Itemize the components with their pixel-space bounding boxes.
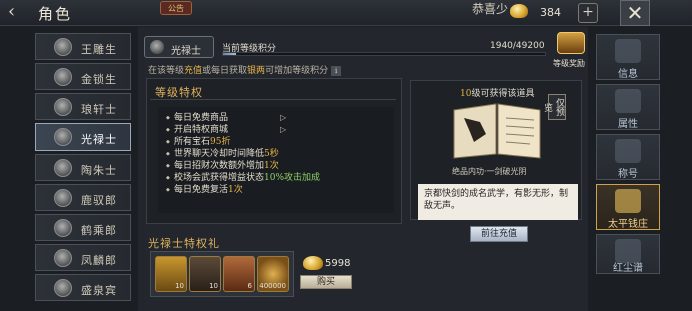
rank-item[interactable]: 鹤乘郎 bbox=[35, 214, 131, 241]
privilege-item: 开启特权商城 bbox=[166, 124, 320, 136]
hint-text: 或每日获取 bbox=[202, 66, 248, 76]
rank-badge-icon bbox=[54, 38, 72, 56]
page-title: 角色 bbox=[38, 5, 73, 23]
rank-label: 琅轩士 bbox=[81, 103, 117, 116]
add-currency-button[interactable]: + bbox=[578, 3, 598, 23]
rank-item[interactable]: 盛泉宾 bbox=[35, 274, 131, 301]
rank-item[interactable]: 凤麟郎 bbox=[35, 244, 131, 271]
gift-item-gold-scroll[interactable]: 10 bbox=[155, 256, 187, 292]
rank-item-selected[interactable]: 光禄士 bbox=[35, 123, 131, 151]
rank-badge-icon bbox=[54, 279, 72, 297]
privileges-list: 每日免费商品 开启特权商城 所有宝石95折 世界聊天冷却时间降低5秒 每日招财次… bbox=[166, 112, 320, 196]
gift-item-chest[interactable]: 6 bbox=[223, 256, 255, 292]
reward-title: 10级可获得该道具 bbox=[460, 86, 534, 99]
martial-book-icon bbox=[453, 103, 541, 159]
current-rank-badge: 光禄士 bbox=[144, 36, 214, 58]
attributes-icon bbox=[615, 89, 641, 113]
tab-titles[interactable]: 称号 bbox=[596, 134, 660, 180]
divider bbox=[150, 99, 396, 100]
arrow-right-icon[interactable]: ▷ bbox=[280, 125, 286, 134]
reward-title-text: 级可获得该道具 bbox=[471, 89, 535, 99]
arrow-right-icon[interactable]: ▷ bbox=[280, 113, 286, 122]
scroll-icon bbox=[615, 39, 641, 63]
privilege-item: 每日招财次数额外增加1次 bbox=[166, 160, 320, 172]
book-caption: 绝品内功·一剑破光阴 bbox=[452, 167, 527, 176]
rank-badge-icon bbox=[54, 159, 72, 177]
special-gift-title: 光禄士特权礼 bbox=[148, 237, 220, 250]
rank-badge-icon bbox=[54, 68, 72, 86]
privilege-item: 所有宝石95折 bbox=[166, 136, 320, 148]
hint-highlight: 充值 bbox=[184, 66, 203, 76]
reward-level: 10 bbox=[460, 89, 472, 99]
rank-item[interactable]: 鹿驭郎 bbox=[35, 184, 131, 211]
hint-highlight: 银两 bbox=[247, 66, 266, 76]
gift-item-coins[interactable]: 400000 bbox=[257, 256, 289, 292]
tab-attributes[interactable]: 属性 bbox=[596, 84, 660, 130]
info-icon[interactable]: i bbox=[331, 66, 342, 76]
rank-badge-icon bbox=[150, 40, 164, 54]
rank-badge-icon bbox=[54, 219, 72, 237]
preview-badge[interactable]: 仅预览 bbox=[542, 94, 566, 120]
gold-ingot-icon bbox=[303, 256, 323, 270]
silver-ingot-icon bbox=[510, 4, 528, 18]
tab-info[interactable]: 信息 bbox=[596, 34, 660, 80]
tab-red-dust-chronicle[interactable]: 红尘谱 bbox=[596, 234, 660, 274]
rank-list: 王雕生 金锁生 琅轩士 光禄士 陶朱士 鹿驭郎 鹤乘郎 凤麟郎 盛泉宾 bbox=[35, 33, 131, 304]
privilege-item: 每日免费商品 bbox=[166, 112, 320, 124]
go-recharge-button[interactable]: 前往充值 bbox=[470, 226, 528, 242]
points-hint: 在该等级充值或每日获取银两可增加等级积分 i bbox=[148, 63, 342, 76]
rank-item[interactable]: 陶朱士 bbox=[35, 154, 131, 181]
rank-label: 盛泉宾 bbox=[81, 284, 117, 297]
bank-icon bbox=[615, 189, 641, 213]
level-reward-label: 等级奖励 bbox=[553, 59, 585, 68]
hint-text: 在该等级 bbox=[148, 66, 185, 76]
hint-text: 可增加等级积分 bbox=[265, 66, 329, 76]
rank-label: 陶朱士 bbox=[81, 164, 117, 177]
rank-label: 鹤乘郎 bbox=[81, 224, 117, 237]
gift-item-ore[interactable]: 10 bbox=[189, 256, 221, 292]
privileges-title: 等级特权 bbox=[155, 86, 203, 99]
rank-label: 王雕生 bbox=[81, 43, 117, 56]
player-name: 恭喜少 bbox=[472, 2, 509, 16]
rank-label: 凤麟郎 bbox=[81, 254, 117, 267]
rank-badge-icon bbox=[54, 98, 72, 116]
privilege-item: 世界聊天冷却时间降低5秒 bbox=[166, 148, 320, 160]
privilege-item: 每日免费复活1次 bbox=[166, 184, 320, 196]
privilege-item: 校场会武获得增益状态10%攻击加成 bbox=[166, 172, 320, 184]
gift-price: 5998 bbox=[325, 258, 351, 269]
rank-item[interactable]: 金锁生 bbox=[35, 63, 131, 90]
right-tab-bar: 信息 属性 称号 太平钱庄 红尘谱 bbox=[596, 34, 660, 278]
rank-label: 金锁生 bbox=[81, 73, 117, 86]
rank-badge-icon bbox=[54, 128, 72, 146]
rank-label: 光禄士 bbox=[81, 133, 117, 146]
treasure-chest-icon[interactable] bbox=[557, 32, 585, 54]
back-chevron-icon[interactable]: ‹ bbox=[8, 3, 28, 23]
notice-badge[interactable]: 公告 bbox=[160, 1, 192, 15]
current-rank-label: 光禄士 bbox=[171, 46, 201, 57]
item-description: 京都快剑的成名武学，有影无形，制敌无声。 bbox=[418, 184, 578, 220]
close-button[interactable]: ✕ bbox=[620, 0, 650, 26]
rank-item[interactable]: 琅轩士 bbox=[35, 93, 131, 120]
points-value: 1940/49200 bbox=[490, 41, 545, 51]
tab-bank[interactable]: 太平钱庄 bbox=[596, 184, 660, 230]
points-progress-bar bbox=[222, 52, 546, 56]
buy-button[interactable]: 购买 bbox=[300, 275, 352, 289]
rank-badge-icon bbox=[54, 189, 72, 207]
rank-item[interactable]: 王雕生 bbox=[35, 33, 131, 60]
rank-label: 鹿驭郎 bbox=[81, 194, 117, 207]
title-icon bbox=[615, 139, 641, 163]
points-progress-fill bbox=[223, 53, 236, 55]
rank-badge-icon bbox=[54, 249, 72, 267]
silver-amount: 384 bbox=[540, 6, 561, 19]
